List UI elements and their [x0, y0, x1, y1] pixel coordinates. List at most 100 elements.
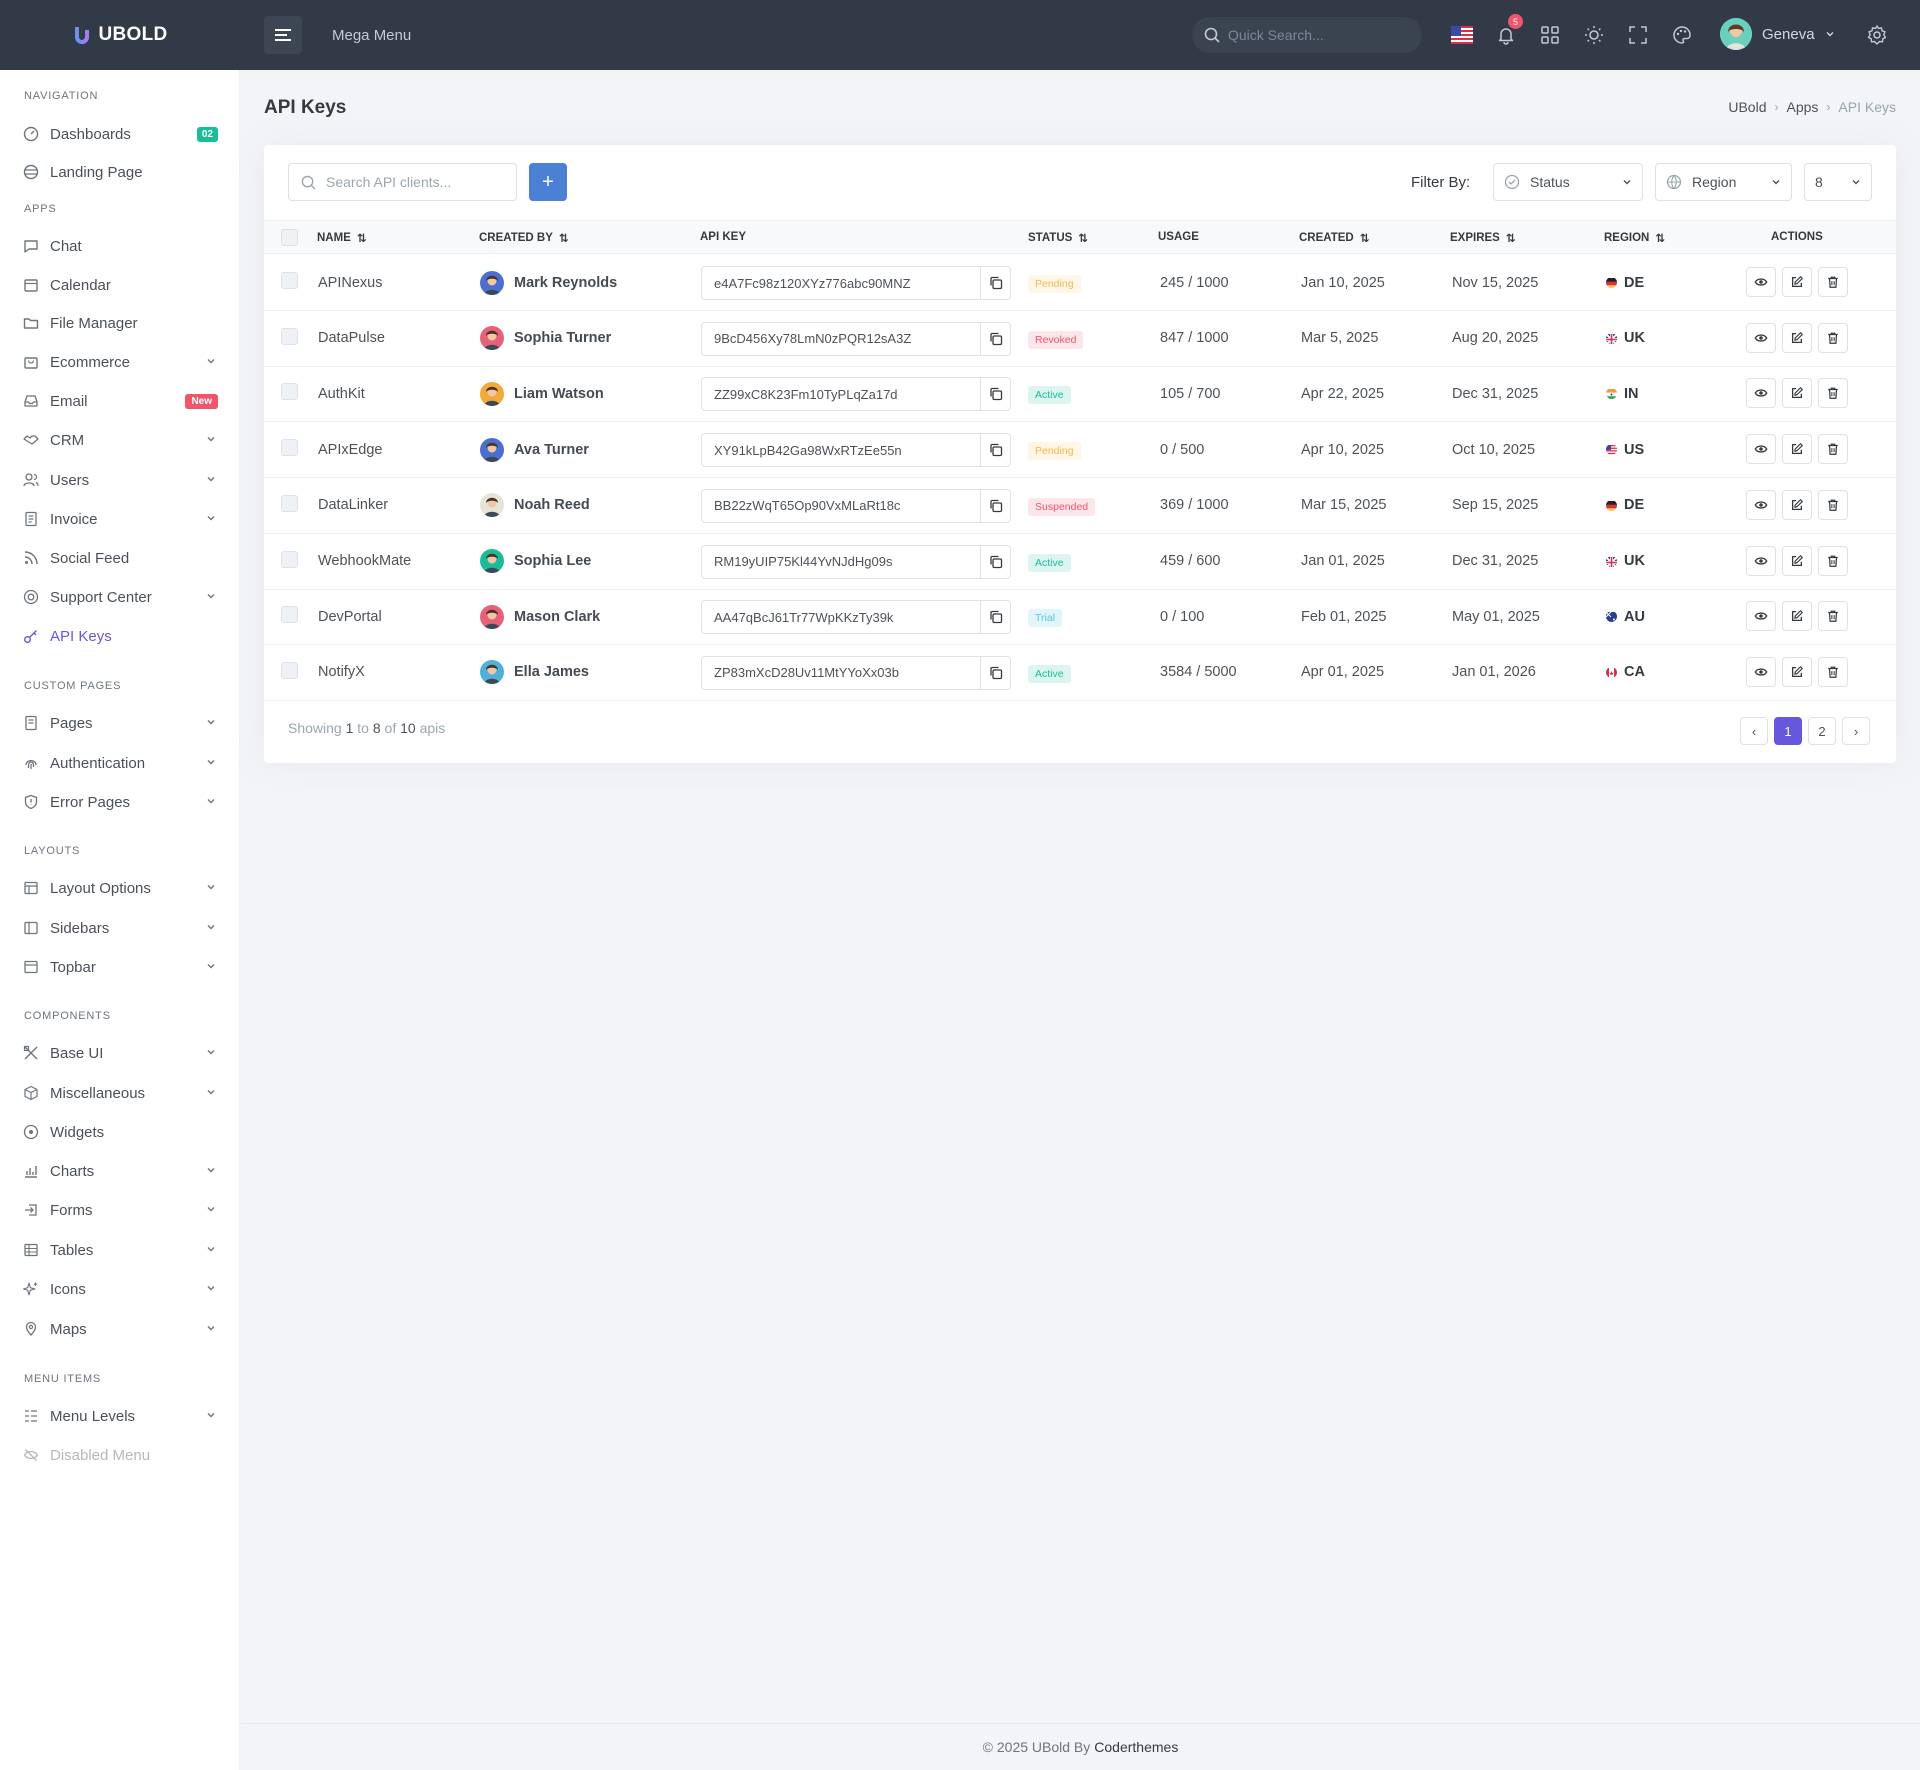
- api-client-search-input[interactable]: [326, 174, 506, 190]
- sidebar-item-sidebars[interactable]: Sidebars: [0, 910, 240, 946]
- sidebar-item-layout-options[interactable]: Layout Options: [0, 870, 240, 906]
- menu-toggle-button[interactable]: [264, 16, 302, 54]
- settings-gear-icon[interactable]: [1862, 20, 1892, 50]
- select-all-checkbox[interactable]: [281, 229, 298, 246]
- sidebar-item-tables[interactable]: Tables: [0, 1232, 240, 1268]
- col-name[interactable]: NAME ⇅: [317, 231, 367, 245]
- row-checkbox[interactable]: [281, 439, 298, 457]
- fullscreen-icon[interactable]: [1623, 20, 1653, 50]
- sidebar-item-pages[interactable]: Pages: [0, 705, 240, 741]
- palette-icon[interactable]: [1667, 20, 1697, 50]
- user-menu[interactable]: Geneva: [1720, 18, 1835, 50]
- sidebar-item-calendar[interactable]: Calendar: [0, 267, 240, 303]
- sidebar-item-miscellaneous[interactable]: Miscellaneous: [0, 1075, 240, 1111]
- copy-key-button[interactable]: [981, 267, 1010, 299]
- prev-page-button[interactable]: ‹: [1740, 717, 1768, 745]
- edit-button[interactable]: [1782, 322, 1812, 353]
- edit-button[interactable]: [1782, 489, 1812, 520]
- sidebar-item-maps[interactable]: Maps: [0, 1311, 240, 1347]
- copy-key-button[interactable]: [981, 601, 1010, 633]
- view-button[interactable]: [1746, 378, 1776, 409]
- col-region[interactable]: REGION ⇅: [1604, 231, 1665, 245]
- region-filter-select[interactable]: Region: [1655, 163, 1792, 201]
- col-created[interactable]: CREATED ⇅: [1299, 231, 1369, 245]
- quick-search[interactable]: [1192, 17, 1422, 53]
- row-checkbox[interactable]: [281, 606, 298, 624]
- edit-button[interactable]: [1782, 434, 1812, 465]
- view-button[interactable]: [1746, 656, 1776, 687]
- sidebar-item-topbar[interactable]: Topbar: [0, 949, 240, 985]
- apps-grid-icon[interactable]: [1535, 20, 1565, 50]
- sidebar-item-icons[interactable]: Icons: [0, 1271, 240, 1307]
- page-1-button[interactable]: 1: [1774, 717, 1802, 745]
- delete-button[interactable]: [1818, 601, 1848, 632]
- footer-company-link[interactable]: Coderthemes: [1094, 1739, 1178, 1755]
- next-page-button[interactable]: ›: [1842, 717, 1870, 745]
- sidebar-item-widgets[interactable]: Widgets: [0, 1114, 240, 1150]
- sidebar-item-chat[interactable]: Chat: [0, 228, 240, 264]
- breadcrumb-ubold[interactable]: UBold: [1728, 99, 1766, 115]
- edit-button[interactable]: [1782, 267, 1812, 297]
- copy-key-button[interactable]: [981, 323, 1010, 355]
- sidebar-item-dashboards[interactable]: Dashboards 02: [0, 116, 240, 152]
- view-button[interactable]: [1746, 489, 1776, 520]
- edit-button[interactable]: [1782, 545, 1812, 576]
- mega-menu-link[interactable]: Mega Menu: [332, 27, 411, 44]
- sidebar-item-base-ui[interactable]: Base UI: [0, 1035, 240, 1071]
- edit-button[interactable]: [1782, 601, 1812, 632]
- row-checkbox[interactable]: [281, 494, 298, 512]
- col-expires[interactable]: EXPIRES ⇅: [1450, 231, 1516, 245]
- view-button[interactable]: [1746, 545, 1776, 576]
- row-checkbox[interactable]: [281, 550, 298, 568]
- api-key-value[interactable]: BB22zWqT65Op90VxMLaRt18c: [702, 489, 981, 522]
- sidebar-item-email[interactable]: Email New: [0, 383, 240, 419]
- delete-button[interactable]: [1818, 267, 1848, 297]
- edit-button[interactable]: [1782, 378, 1812, 409]
- api-key-value[interactable]: 9BcD456Xy78LmN0zPQR12sA3Z: [702, 322, 981, 355]
- sidebar-item-landing[interactable]: Landing Page: [0, 154, 240, 190]
- sidebar-item-invoice[interactable]: Invoice: [0, 501, 240, 537]
- api-key-value[interactable]: e4A7Fc98z120XYz776abc90MNZ: [702, 267, 981, 299]
- copy-key-button[interactable]: [981, 490, 1010, 522]
- api-key-value[interactable]: AA47qBcJ61Tr77WpKKzTy39k: [702, 601, 981, 634]
- view-button[interactable]: [1746, 322, 1776, 353]
- sidebar-item-forms[interactable]: Forms: [0, 1192, 240, 1228]
- copy-key-button[interactable]: [981, 434, 1010, 466]
- add-api-key-button[interactable]: +: [529, 163, 567, 201]
- copy-key-button[interactable]: [981, 546, 1010, 578]
- status-filter-select[interactable]: Status: [1493, 163, 1643, 201]
- copy-key-button[interactable]: [981, 378, 1010, 410]
- language-flag-icon[interactable]: [1447, 20, 1477, 50]
- api-key-value[interactable]: RM19yUIP75Kl44YvNJdHg09s: [702, 545, 981, 578]
- row-checkbox[interactable]: [281, 661, 298, 679]
- sidebar-item-users[interactable]: Users: [0, 462, 240, 498]
- page-2-button[interactable]: 2: [1808, 717, 1836, 745]
- breadcrumb-apps[interactable]: Apps: [1786, 99, 1818, 115]
- sidebar-item-api-keys[interactable]: API Keys: [0, 618, 240, 654]
- sidebar-item-authentication[interactable]: Authentication: [0, 745, 240, 781]
- view-button[interactable]: [1746, 601, 1776, 632]
- col-status[interactable]: STATUS ⇅: [1028, 231, 1088, 245]
- sidebar-item-social-feed[interactable]: Social Feed: [0, 540, 240, 576]
- delete-button[interactable]: [1818, 656, 1848, 687]
- edit-button[interactable]: [1782, 656, 1812, 687]
- sidebar-item-crm[interactable]: CRM: [0, 422, 240, 458]
- sidebar-item-file-manager[interactable]: File Manager: [0, 305, 240, 341]
- theme-sun-icon[interactable]: [1579, 20, 1609, 50]
- delete-button[interactable]: [1818, 545, 1848, 576]
- view-button[interactable]: [1746, 267, 1776, 297]
- sidebar-item-charts[interactable]: Charts: [0, 1153, 240, 1189]
- delete-button[interactable]: [1818, 434, 1848, 465]
- sidebar-item-ecommerce[interactable]: Ecommerce: [0, 344, 240, 380]
- api-key-value[interactable]: ZZ99xC8K23Fm10TyPLqZa17d: [702, 378, 981, 411]
- page-size-select[interactable]: 8: [1804, 163, 1872, 201]
- view-button[interactable]: [1746, 434, 1776, 465]
- sidebar-item-error-pages[interactable]: Error Pages: [0, 784, 240, 820]
- brand-logo[interactable]: UBOLD: [0, 24, 240, 46]
- notification-bell-icon[interactable]: 5: [1491, 14, 1523, 50]
- row-checkbox[interactable]: [281, 383, 298, 401]
- delete-button[interactable]: [1818, 489, 1848, 520]
- delete-button[interactable]: [1818, 322, 1848, 353]
- api-key-value[interactable]: XY91kLpB42Ga98WxRTzEe55n: [702, 434, 981, 467]
- api-client-search[interactable]: [288, 163, 517, 201]
